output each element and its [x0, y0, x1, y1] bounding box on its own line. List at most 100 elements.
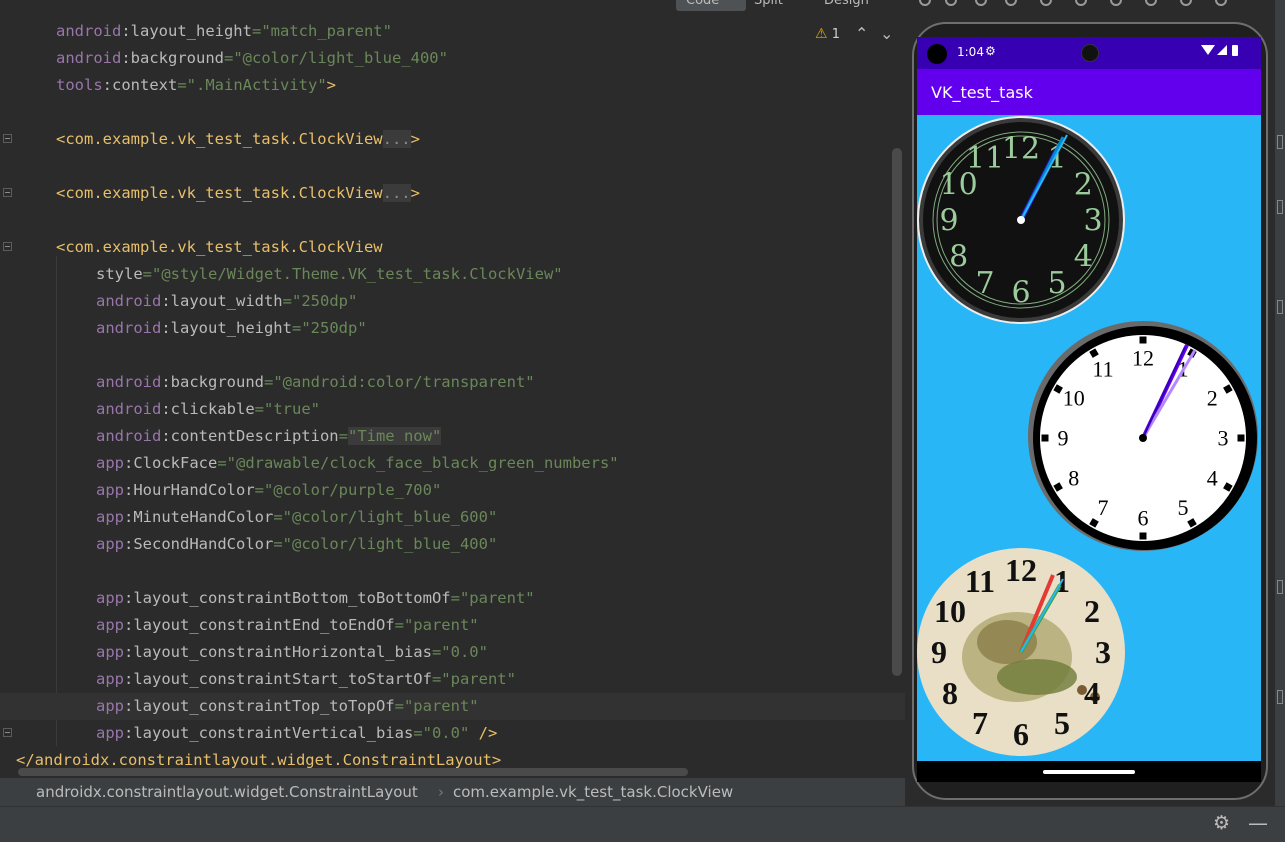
volume-down-icon[interactable]: [975, 0, 987, 6]
code-line[interactable]: app:ClockFace="@drawable/clock_face_blac…: [0, 450, 619, 477]
vertical-scrollbar[interactable]: [892, 148, 902, 676]
strip-tab-icon[interactable]: [1277, 690, 1283, 704]
code-line[interactable]: app:layout_constraintTop_toTopOf="parent…: [0, 693, 905, 720]
code-token: app: [96, 697, 124, 715]
code-line[interactable]: style="@style/Widget.Theme.VK_test_task.…: [0, 261, 563, 288]
code-line[interactable]: app:HourHandColor="@color/purple_700": [0, 477, 441, 504]
home-icon[interactable]: [1110, 0, 1122, 6]
code-token: =: [254, 481, 264, 499]
code-line[interactable]: app:SecondHandColor="@color/light_blue_4…: [0, 531, 497, 558]
overview-icon[interactable]: [1145, 0, 1157, 6]
navigation-bar: [917, 761, 1261, 782]
code-token: app: [96, 724, 124, 742]
code-editor[interactable]: android:layout_height="match_parent" andr…: [0, 0, 905, 778]
gesture-handle[interactable]: [1043, 770, 1135, 774]
strip-tab-icon[interactable]: [1277, 200, 1283, 214]
code-token: "parent": [403, 697, 479, 715]
code-line[interactable]: android:layout_height="match_parent": [0, 18, 392, 45]
horizontal-scrollbar[interactable]: [18, 768, 688, 776]
code-line[interactable]: app:layout_constraintHorizontal_bias="0.…: [0, 639, 488, 666]
more-icon[interactable]: [1215, 0, 1227, 6]
breadcrumb-item-clockview[interactable]: com.example.vk_test_task.ClockView: [453, 783, 733, 801]
screenshot-icon[interactable]: [1180, 0, 1192, 6]
minimize-icon[interactable]: —: [1248, 811, 1268, 835]
chevron-down-icon[interactable]: ⌄: [880, 24, 893, 43]
clock-view-vintage[interactable]: 121234567891011: [917, 547, 1129, 759]
code-token: "Time now": [347, 427, 442, 445]
code-token: />: [469, 724, 498, 742]
code-line[interactable]: <com.example.vk_test_task.ClockView: [0, 234, 383, 261]
code-line[interactable]: <com.example.vk_test_task.ClockView...>: [0, 126, 420, 153]
code-line[interactable]: android:layout_height="250dp": [0, 315, 367, 342]
signal-icon: [1217, 45, 1227, 55]
clock-view-white[interactable]: 121234567891011: [1027, 320, 1259, 552]
code-line[interactable]: [0, 342, 16, 369]
code-token: :layout_constraintStart_toStartOf: [124, 670, 432, 688]
code-line[interactable]: [0, 207, 16, 234]
strip-tab-icon[interactable]: [1277, 300, 1283, 314]
code-token: "@style/Widget.Theme.VK_test_task.ClockV…: [152, 265, 563, 283]
rotate-icon[interactable]: [919, 0, 931, 6]
strip-tab-icon[interactable]: [1277, 580, 1283, 594]
code-line[interactable]: app:layout_constraintBottom_toBottomOf="…: [0, 585, 535, 612]
volume-up-icon[interactable]: [945, 0, 957, 6]
code-line[interactable]: [0, 558, 16, 585]
gear-icon[interactable]: ⚙: [1213, 812, 1230, 834]
hour-tick: [1041, 434, 1049, 442]
code-line[interactable]: android:clickable="true": [0, 396, 320, 423]
portrait-icon[interactable]: [1040, 0, 1052, 6]
wifi-icon: [1201, 45, 1215, 55]
code-line[interactable]: app:layout_constraintStart_toStartOf="pa…: [0, 666, 516, 693]
code-line[interactable]: [0, 99, 16, 126]
code-line[interactable]: android:background="@android:color/trans…: [0, 369, 535, 396]
code-token: >: [410, 184, 420, 202]
back-icon[interactable]: [1075, 0, 1087, 6]
hour-tick: [1139, 532, 1147, 540]
clock-numeral: 9: [939, 204, 958, 239]
hour-tick: [1237, 434, 1245, 442]
clock-numeral: 3: [1095, 634, 1111, 670]
clock-numeral: 5: [1054, 705, 1070, 741]
code-token: =: [450, 589, 460, 607]
power-icon[interactable]: [1005, 0, 1017, 6]
code-token: :layout_width: [161, 292, 283, 310]
clock-view-black[interactable]: 12 1234567891011: [917, 115, 1129, 327]
code-line[interactable]: android:layout_width="250dp": [0, 288, 357, 315]
code-line[interactable]: app:layout_constraintVertical_bias="0.0"…: [0, 720, 497, 747]
code-token: <com.example.vk_test_task.ClockView: [56, 238, 383, 256]
code-token: =: [251, 22, 262, 40]
code-line[interactable]: app:layout_constraintEnd_toEndOf="parent…: [0, 612, 479, 639]
code-token: :SecondHandColor: [124, 535, 274, 553]
split-mode-button[interactable]: Split: [754, 0, 783, 8]
code-token: :MinuteHandColor: [124, 508, 274, 526]
code-line[interactable]: tools:context=".MainActivity">: [0, 72, 336, 99]
code-token: android: [96, 373, 162, 391]
design-mode-button[interactable]: Design: [824, 0, 869, 8]
code-line[interactable]: <com.example.vk_test_task.ClockView...>: [0, 180, 420, 207]
clock-numeral: 7: [1098, 495, 1109, 520]
bottom-tool-bar: ⚙ —: [0, 806, 1285, 842]
warnings-indicator[interactable]: ⚠ 1: [815, 26, 840, 42]
device-screen[interactable]: 1:04 ⚙ VK_test_task 121234567891011 121: [917, 37, 1261, 782]
code-token: :layout_height: [121, 22, 252, 40]
code-line[interactable]: app:MinuteHandColor="@color/light_blue_6…: [0, 504, 497, 531]
warning-count: 1: [831, 27, 840, 42]
code-line[interactable]: android:background="@color/light_blue_40…: [0, 45, 448, 72]
breadcrumb-item-constraintlayout[interactable]: androidx.constraintlayout.widget.Constra…: [36, 783, 418, 801]
code-token: app: [96, 589, 124, 607]
code-token: app: [96, 454, 124, 472]
code-token: </androidx.constraintlayout.widget.Const…: [16, 751, 502, 769]
settings-icon: ⚙: [985, 44, 996, 58]
code-token: "@color/purple_700": [264, 481, 442, 499]
code-token: ".MainActivity": [186, 76, 327, 94]
code-token: :layout_constraintBottom_toBottomOf: [124, 589, 451, 607]
code-token: "true": [264, 400, 320, 418]
code-mode-button[interactable]: Code: [676, 0, 746, 11]
chevron-up-icon[interactable]: ⌃: [855, 24, 868, 43]
code-token: >: [326, 76, 336, 94]
strip-tab-icon[interactable]: [1277, 135, 1283, 149]
code-line[interactable]: [0, 153, 16, 180]
status-time: 1:04: [957, 45, 984, 59]
code-line[interactable]: android:contentDescription="Time now": [0, 423, 442, 450]
code-token: :layout_constraintTop_toTopOf: [124, 697, 395, 715]
